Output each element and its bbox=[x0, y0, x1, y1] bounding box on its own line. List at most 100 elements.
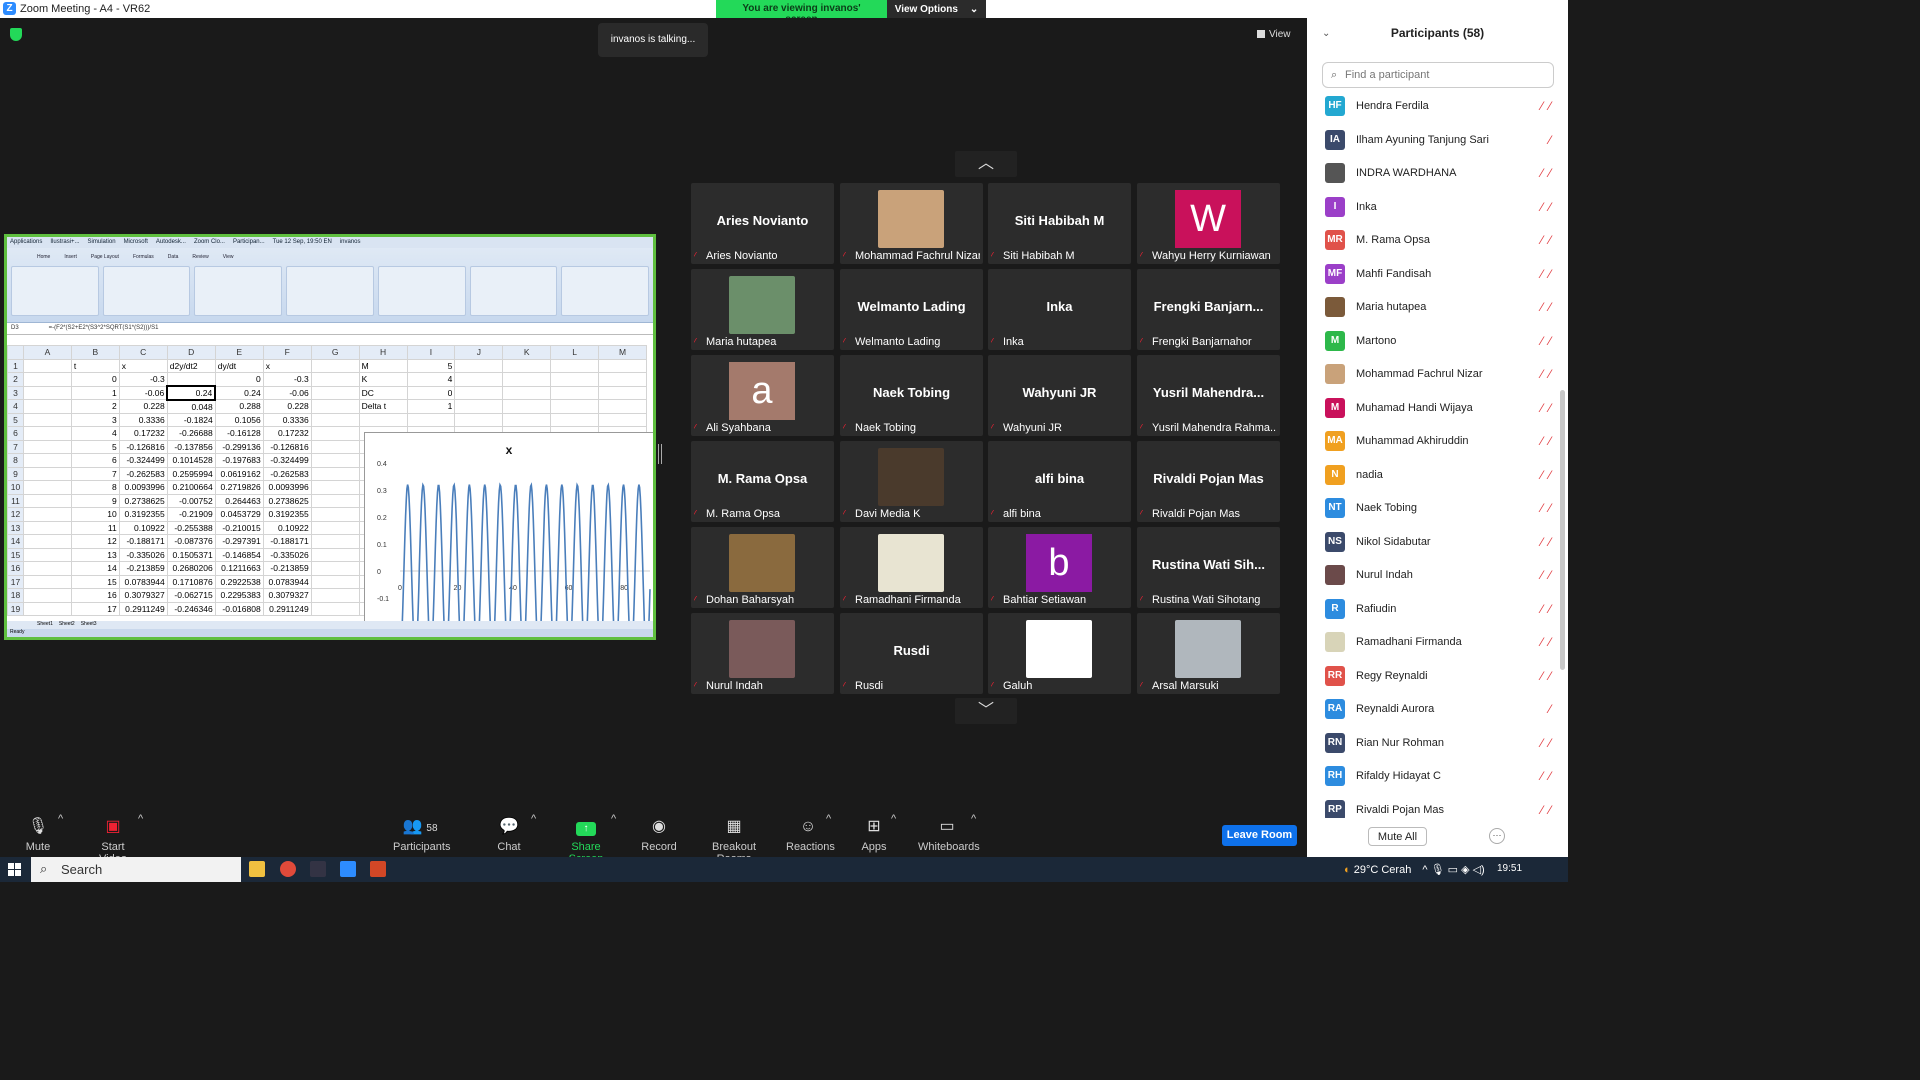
cell bbox=[310, 574, 360, 589]
cell: 11 bbox=[70, 520, 120, 535]
more-options-button[interactable]: ··· bbox=[1489, 828, 1505, 844]
apps-caret[interactable]: ^ bbox=[891, 813, 896, 825]
participant-row[interactable]: Nnadia ⁄⁄ bbox=[1307, 459, 1557, 493]
video-tile[interactable]: Aries Novianto ⁄ Aries Novianto bbox=[691, 183, 834, 264]
zoom-taskbar-icon[interactable] bbox=[340, 861, 356, 877]
participant-row[interactable]: RR Regy Reynaldi ⁄⁄ bbox=[1307, 660, 1557, 694]
participant-name: Nurul Indah bbox=[1356, 569, 1413, 581]
audio-options-caret[interactable]: ^ bbox=[58, 813, 63, 825]
video-tile[interactable]: ⁄ Arsal Marsuki bbox=[1137, 613, 1280, 694]
security-shield-icon[interactable] bbox=[10, 28, 22, 41]
video-tile[interactable]: ⁄ Davi Media K bbox=[840, 441, 983, 522]
video-tile[interactable]: Frengki Banjarn... ⁄ Frengki Banjarnahor bbox=[1137, 269, 1280, 350]
video-tile[interactable]: W ⁄ Wahyu Herry Kurniawan bbox=[1137, 183, 1280, 264]
video-tile[interactable]: M. Rama Opsa ⁄ M. Rama Opsa bbox=[691, 441, 834, 522]
video-tile[interactable]: Welmanto Lading ⁄ Welmanto Lading bbox=[840, 269, 983, 350]
video-tile[interactable]: ⁄ Nurul Indah bbox=[691, 613, 834, 694]
video-options-caret[interactable]: ^ bbox=[138, 813, 143, 825]
apps-button[interactable]: ⊞ Apps bbox=[860, 817, 888, 853]
mute-button[interactable]: 🎙 Mute bbox=[23, 817, 53, 853]
participant-row[interactable]: MA Muhammad Akhiruddin ⁄⁄ bbox=[1307, 425, 1557, 459]
tile-label: ⁄ Rivaldi Pojan Mas bbox=[1140, 508, 1277, 520]
participant-row[interactable]: IA Ilham Ayuning Tanjung Sari ⁄ bbox=[1307, 124, 1557, 158]
video-tile[interactable]: b ⁄ Bahtiar Setiawan bbox=[988, 527, 1131, 608]
video-tile[interactable]: ⁄ Mohammad Fachrul Nizar bbox=[840, 183, 983, 264]
reactions-caret[interactable]: ^ bbox=[826, 813, 831, 825]
video-tile[interactable]: Rustina Wati Sih... ⁄ Rustina Wati Sihotan… bbox=[1137, 527, 1280, 608]
participant-row[interactable]: M Muhamad Handi Wijaya ⁄⁄ bbox=[1307, 392, 1557, 426]
share-options-caret[interactable]: ^ bbox=[611, 813, 616, 825]
view-options-button[interactable]: View Options ⌄ bbox=[887, 0, 986, 18]
talking-indicator: invanos is talking... bbox=[598, 23, 708, 57]
video-tile[interactable]: ⁄ Galuh bbox=[988, 613, 1131, 694]
splitter-handle[interactable] bbox=[658, 444, 662, 464]
cell bbox=[22, 439, 72, 454]
video-tile[interactable]: ⁄ Dohan Baharsyah bbox=[691, 527, 834, 608]
cell bbox=[310, 358, 360, 373]
participant-row[interactable]: HF Hendra Ferdila ⁄⁄ bbox=[1307, 90, 1557, 124]
video-tile[interactable]: Rusdi ⁄ Rusdi bbox=[840, 613, 983, 694]
whiteboards-button[interactable]: ▭ Whiteboards bbox=[918, 817, 980, 853]
excel-ribbon: Home Insert Page Layout Formulas Data Review V… bbox=[7, 248, 653, 323]
participant-row[interactable]: RP Rivaldi Pojan Mas ⁄⁄ bbox=[1307, 794, 1557, 818]
table-row: 1 t x d2y/dt2 dy/dt x M 5 bbox=[7, 358, 647, 373]
chat-options-caret[interactable]: ^ bbox=[531, 813, 536, 825]
participant-row[interactable]: M Martono ⁄⁄ bbox=[1307, 325, 1557, 359]
taskbar-search-input[interactable]: ⌕ Search bbox=[31, 857, 241, 882]
video-tile[interactable]: Rivaldi Pojan Mas ⁄ Rivaldi Pojan Mas bbox=[1137, 441, 1280, 522]
shared-screen[interactable]: Applications Ilustrasi+... Simulation Micro… bbox=[4, 234, 656, 640]
participants-button[interactable]: 👥 58 Participants bbox=[393, 817, 450, 853]
obs-icon[interactable] bbox=[310, 861, 326, 877]
participant-row[interactable]: RA Reynaldi Aurora ⁄ bbox=[1307, 693, 1557, 727]
powerpoint-icon[interactable] bbox=[370, 861, 386, 877]
gallery-down-button[interactable]: ﹀ bbox=[955, 698, 1017, 724]
participant-row[interactable]: MF Mahfi Fandisah ⁄⁄ bbox=[1307, 258, 1557, 292]
video-tile[interactable]: Inka ⁄ Inka bbox=[988, 269, 1131, 350]
leave-room-button[interactable]: Leave Room bbox=[1222, 825, 1297, 846]
chat-button[interactable]: 💬 Chat bbox=[494, 817, 524, 853]
participant-list-scrollbar[interactable] bbox=[1560, 390, 1565, 670]
participant-row[interactable]: NT Naek Tobing ⁄⁄ bbox=[1307, 492, 1557, 526]
participant-row[interactable]: Ramadhani Firmanda ⁄⁄ bbox=[1307, 626, 1557, 660]
participant-search-input[interactable]: ⌕ Find a participant bbox=[1322, 62, 1554, 88]
muted-mic-video-off-icons: ⁄⁄ bbox=[1540, 400, 1557, 415]
participant-row[interactable]: I Inka ⁄⁄ bbox=[1307, 191, 1557, 225]
participant-row[interactable]: INDRA WARDHANA ⁄⁄ bbox=[1307, 157, 1557, 191]
cell: 0.0453729 bbox=[214, 507, 264, 522]
participant-row[interactable]: R Rafiudin ⁄⁄ bbox=[1307, 593, 1557, 627]
video-tile[interactable]: ⁄ Ramadhani Firmanda bbox=[840, 527, 983, 608]
video-tile[interactable]: Yusril Mahendra... ⁄ Yusril Mahendra Rahma… bbox=[1137, 355, 1280, 436]
file-explorer-icon[interactable] bbox=[249, 861, 265, 877]
video-tile[interactable]: Naek Tobing ⁄ Naek Tobing bbox=[840, 355, 983, 436]
reactions-button[interactable]: ☺ Reactions bbox=[786, 817, 835, 853]
weather-widget[interactable]: ◐ 29°C Cerah ^ 🎙 ▭ ◈ ◁) bbox=[1344, 863, 1485, 876]
participant-row[interactable]: RN Rian Nur Rohman ⁄⁄ bbox=[1307, 727, 1557, 761]
cell: -0.062715 bbox=[166, 588, 216, 603]
participant-row[interactable]: Maria hutapea ⁄⁄ bbox=[1307, 291, 1557, 325]
windows-start-icon[interactable] bbox=[8, 863, 21, 876]
mute-all-button[interactable]: Mute All bbox=[1368, 827, 1427, 846]
video-tile[interactable]: a ⁄ Ali Syahbana bbox=[691, 355, 834, 436]
video-tile[interactable]: Wahyuni JR ⁄ Wahyuni JR bbox=[988, 355, 1131, 436]
participant-row[interactable]: NS Nikol Sidabutar ⁄⁄ bbox=[1307, 526, 1557, 560]
record-button[interactable]: ◉ Record bbox=[641, 817, 677, 853]
participant-row[interactable]: Nurul Indah ⁄⁄ bbox=[1307, 559, 1557, 593]
cell: 0.3079327 bbox=[262, 588, 312, 603]
cell: 13 bbox=[70, 547, 120, 562]
video-tile[interactable]: ⁄ Maria hutapea bbox=[691, 269, 834, 350]
ribbon-tabs: Home Insert Page Layout Formulas Data Review V… bbox=[7, 248, 653, 266]
cell: 0.2922538 bbox=[214, 574, 264, 589]
excel-status: Ready bbox=[7, 629, 653, 637]
video-tile[interactable]: alfi bina ⁄ alfi bina bbox=[988, 441, 1131, 522]
cell bbox=[310, 547, 360, 562]
view-button[interactable]: View bbox=[1257, 26, 1299, 44]
muted-mic-icon: ⁄ bbox=[1140, 681, 1142, 692]
gallery-up-button[interactable]: ︿ bbox=[955, 151, 1017, 177]
participant-row[interactable]: MR M. Rama Opsa ⁄⁄ bbox=[1307, 224, 1557, 258]
participant-row[interactable]: RH Rifaldy Hidayat C ⁄⁄ bbox=[1307, 760, 1557, 794]
chrome-icon[interactable] bbox=[280, 861, 296, 877]
participant-row[interactable]: Mohammad Fachrul Nizar ⁄⁄ bbox=[1307, 358, 1557, 392]
video-tile[interactable]: Siti Habibah M ⁄ Siti Habibah M bbox=[988, 183, 1131, 264]
whiteboards-caret[interactable]: ^ bbox=[971, 813, 976, 825]
column-header: A bbox=[22, 345, 72, 360]
